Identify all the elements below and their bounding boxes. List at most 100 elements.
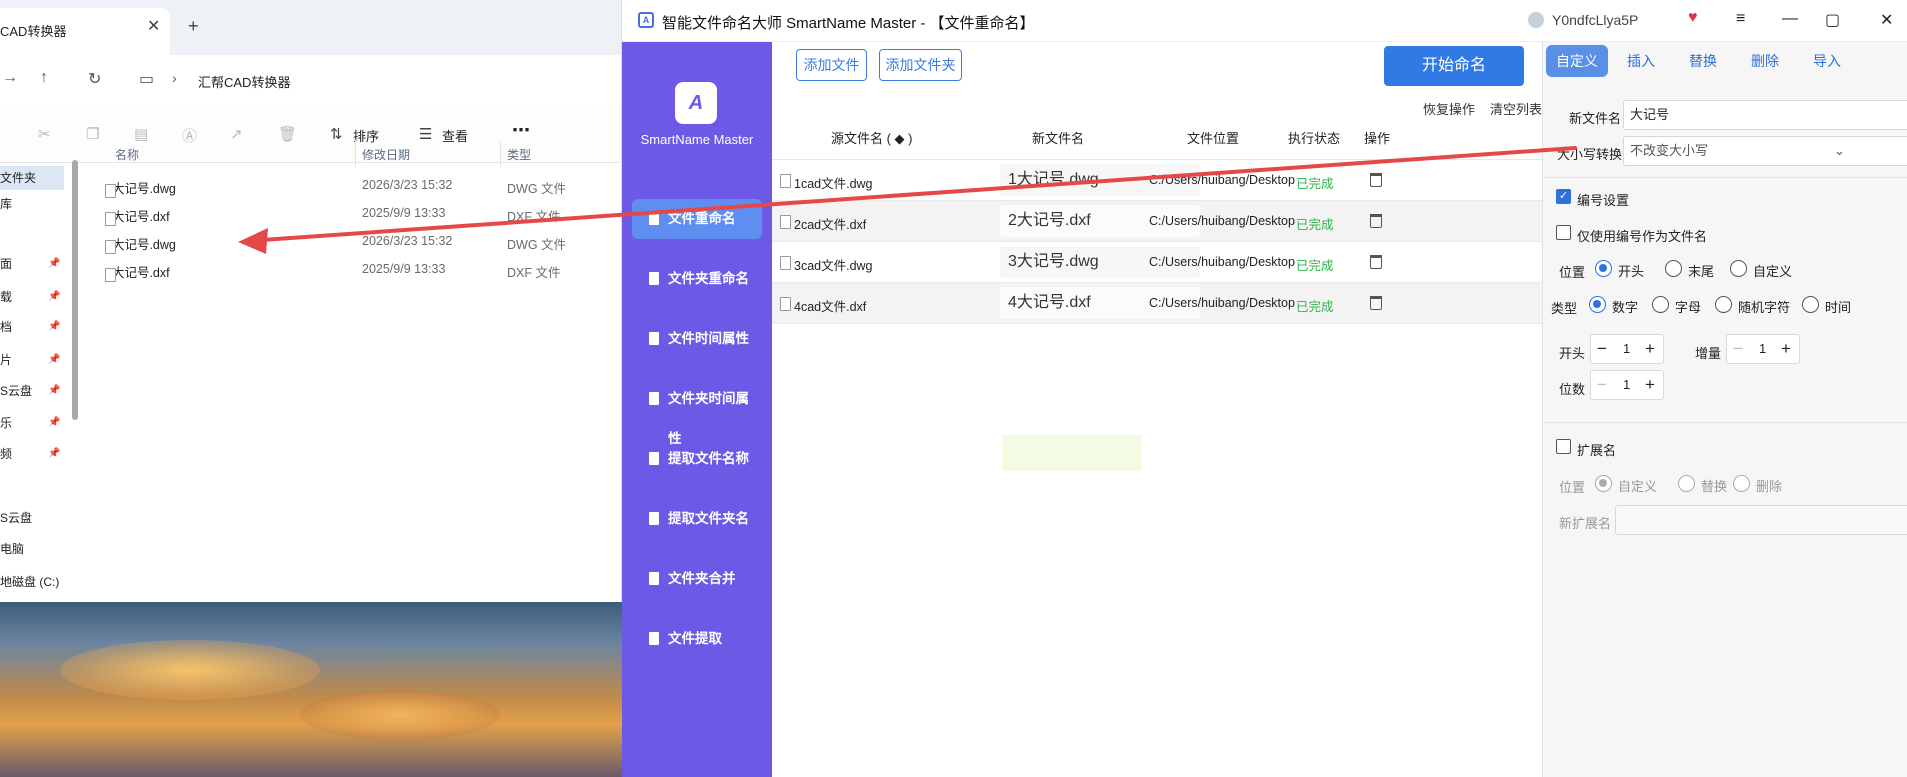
nav-scrollbar[interactable] bbox=[72, 160, 78, 420]
up-icon[interactable]: ↑ bbox=[40, 69, 48, 87]
table-row[interactable]: 1cad文件.dwg 1大记号.dwg C:/Users/huibang/Deskt… bbox=[772, 160, 1542, 201]
sidebar-item[interactable]: 提取文件名称 bbox=[632, 439, 762, 479]
increment-stepper[interactable]: − 1 + bbox=[1726, 334, 1800, 364]
new-name-input[interactable]: 大记号 bbox=[1623, 100, 1907, 130]
forward-icon[interactable]: → bbox=[2, 69, 18, 87]
nav-item[interactable]: 地磁盘 (C:) bbox=[0, 570, 64, 594]
case-select[interactable]: 不改变大小写 ⌄ bbox=[1623, 136, 1907, 166]
share-icon[interactable]: ↗ bbox=[230, 125, 243, 143]
sidebar-item[interactable]: 文件夹时间属性 bbox=[632, 379, 762, 446]
username[interactable]: Y0ndfcLlya5P bbox=[1552, 12, 1638, 28]
menu-icon[interactable]: ≡ bbox=[1736, 10, 1745, 28]
nav-item[interactable]: S云盘 📌 bbox=[0, 379, 64, 403]
trash-icon[interactable] bbox=[1370, 255, 1382, 269]
column-divider[interactable] bbox=[500, 140, 501, 168]
settings-tab[interactable]: 删除 bbox=[1735, 45, 1795, 77]
settings-tab[interactable]: 导入 bbox=[1797, 45, 1857, 77]
nav-item[interactable]: 文件夹 bbox=[0, 166, 64, 190]
header-source-name[interactable]: 源文件名 ( ◆ ) bbox=[831, 120, 913, 158]
type-option-radio[interactable] bbox=[1652, 296, 1669, 313]
sidebar-item[interactable]: 文件时间属性 bbox=[632, 319, 762, 359]
position-option-radio[interactable] bbox=[1730, 260, 1747, 277]
plus-icon[interactable]: + bbox=[1781, 339, 1791, 359]
file-row[interactable]: 4大记号.dxf 2025/9/9 13:33 DXF 文件 bbox=[95, 256, 615, 284]
file-row[interactable]: 1大记号.dwg 2026/3/23 15:32 DWG 文件 bbox=[95, 172, 615, 200]
clear-list-button[interactable]: 清空列表 bbox=[1490, 99, 1542, 118]
start-stepper[interactable]: − 1 + bbox=[1590, 334, 1664, 364]
type-option-radio[interactable] bbox=[1715, 296, 1732, 313]
nav-item[interactable]: S云盘 bbox=[0, 506, 64, 530]
sort-icon[interactable]: ⇅ bbox=[330, 125, 343, 143]
file-row[interactable]: 2大记号.dxf 2025/9/9 13:33 DXF 文件 bbox=[95, 200, 615, 228]
sidebar-item[interactable]: 文件提取 bbox=[632, 619, 762, 659]
view-button[interactable]: 查看 bbox=[442, 126, 468, 145]
table-row[interactable]: 2cad文件.dxf 2大记号.dxf C:/Users/huibang/Deskt… bbox=[772, 201, 1542, 242]
vip-icon[interactable]: ♥ bbox=[1688, 9, 1698, 27]
digits-stepper[interactable]: − 1 + bbox=[1590, 370, 1664, 400]
start-rename-button[interactable]: 开始命名 bbox=[1384, 46, 1524, 86]
new-extension-input[interactable] bbox=[1615, 505, 1907, 535]
table-row[interactable]: 4cad文件.dxf 4大记号.dxf C:/Users/huibang/Deskt… bbox=[772, 283, 1542, 324]
explorer-tab[interactable]: CAD转换器 ✕ bbox=[0, 8, 170, 55]
settings-tab[interactable]: 自定义 bbox=[1546, 45, 1608, 77]
settings-tab[interactable]: 插入 bbox=[1611, 45, 1671, 77]
user-avatar[interactable] bbox=[1528, 12, 1544, 28]
add-folder-button[interactable]: 添加文件夹 bbox=[879, 49, 962, 81]
position-option-radio[interactable] bbox=[1595, 260, 1612, 277]
nav-item[interactable]: 面 📌 bbox=[0, 252, 64, 276]
view-icon[interactable]: ☰ bbox=[419, 125, 432, 143]
position-option-radio[interactable] bbox=[1665, 260, 1682, 277]
undo-button[interactable]: 恢复操作 bbox=[1423, 99, 1475, 118]
plus-icon[interactable]: + bbox=[1645, 339, 1655, 359]
nav-item[interactable]: 库 bbox=[0, 192, 64, 216]
trash-icon[interactable] bbox=[1370, 296, 1382, 310]
nav-item[interactable]: 乐 📌 bbox=[0, 411, 64, 435]
nav-item[interactable]: 电脑 bbox=[0, 537, 64, 561]
type-option-radio[interactable] bbox=[1589, 296, 1606, 313]
minus-icon[interactable]: − bbox=[1733, 339, 1743, 359]
cut-icon[interactable]: ✂ bbox=[38, 125, 51, 143]
sidebar-item[interactable]: 文件夹合并 bbox=[632, 559, 762, 599]
sidebar-item[interactable]: 文件重命名 bbox=[632, 199, 762, 239]
refresh-icon[interactable]: ↻ bbox=[88, 69, 101, 89]
table-row[interactable]: 3cad文件.dwg 3大记号.dwg C:/Users/huibang/Deskt… bbox=[772, 242, 1542, 283]
sidebar-item[interactable]: 文件夹重命名 bbox=[632, 259, 762, 299]
extension-option-radio[interactable] bbox=[1733, 475, 1750, 492]
sidebar-item[interactable]: 提取文件夹名 bbox=[632, 499, 762, 539]
extension-checkbox[interactable] bbox=[1556, 439, 1571, 454]
nav-item[interactable]: 频 📌 bbox=[0, 442, 64, 466]
rename-icon[interactable]: Ⓐ bbox=[182, 125, 197, 146]
breadcrumb[interactable]: 汇帮CAD转换器 bbox=[198, 72, 290, 91]
column-date[interactable]: 修改日期 bbox=[362, 146, 410, 163]
only-number-checkbox[interactable] bbox=[1556, 225, 1571, 240]
close-tab-icon[interactable]: ✕ bbox=[147, 16, 160, 36]
more-options-icon[interactable]: ⋯ bbox=[512, 120, 530, 141]
numbering-checkbox[interactable]: ✓ bbox=[1556, 189, 1571, 204]
plus-icon[interactable]: + bbox=[1645, 375, 1655, 395]
nav-item[interactable]: 片 📌 bbox=[0, 348, 64, 372]
settings-tab[interactable]: 替换 bbox=[1673, 45, 1733, 77]
add-file-button[interactable]: 添加文件 bbox=[796, 49, 867, 81]
trash-icon[interactable] bbox=[1370, 214, 1382, 228]
minus-icon[interactable]: − bbox=[1597, 339, 1607, 359]
sort-button[interactable]: 排序 bbox=[353, 126, 379, 145]
maximize-icon[interactable]: ▢ bbox=[1825, 10, 1840, 30]
column-divider[interactable] bbox=[355, 140, 356, 168]
minimize-icon[interactable]: — bbox=[1782, 10, 1798, 28]
column-name[interactable]: 名称 bbox=[115, 146, 139, 163]
extension-option-radio[interactable] bbox=[1678, 475, 1695, 492]
nav-item[interactable]: 载 📌 bbox=[0, 285, 64, 309]
paste-icon[interactable]: ▤ bbox=[134, 125, 148, 143]
column-type[interactable]: 类型 bbox=[507, 146, 531, 163]
minus-icon[interactable]: − bbox=[1597, 375, 1607, 395]
nav-item[interactable]: 档 📌 bbox=[0, 315, 64, 339]
extension-option-radio[interactable] bbox=[1595, 475, 1612, 492]
computer-icon[interactable]: ▭ bbox=[139, 69, 154, 89]
delete-icon[interactable]: 🗑 bbox=[278, 125, 297, 143]
trash-icon[interactable] bbox=[1370, 173, 1382, 187]
file-row[interactable]: 3大记号.dwg 2026/3/23 15:32 DWG 文件 bbox=[95, 228, 615, 256]
close-icon[interactable]: ✕ bbox=[1880, 10, 1893, 30]
copy-icon[interactable]: ❐ bbox=[86, 125, 99, 143]
new-tab-icon[interactable]: + bbox=[188, 16, 199, 37]
type-option-radio[interactable] bbox=[1802, 296, 1819, 313]
